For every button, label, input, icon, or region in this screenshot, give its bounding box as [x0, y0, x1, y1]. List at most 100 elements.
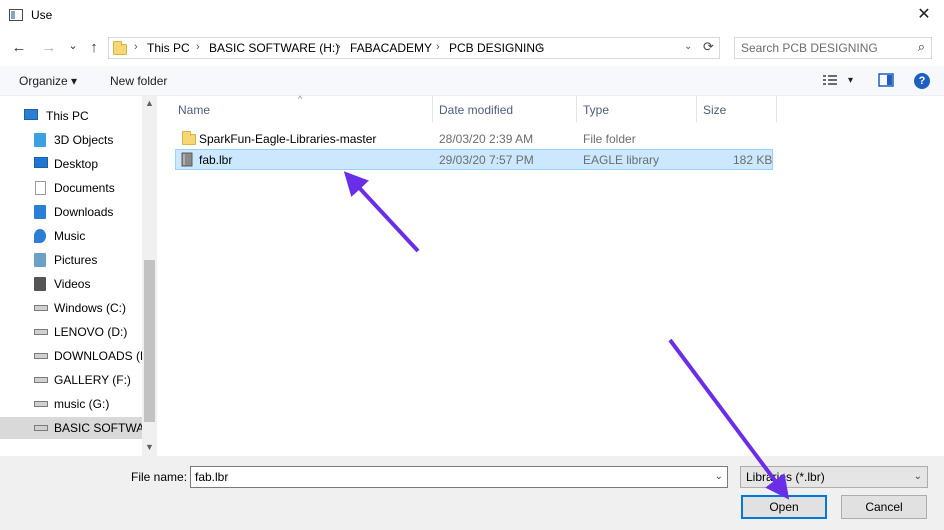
file-type: File folder [583, 132, 636, 146]
file-row-fab-lbr[interactable]: fab.lbr 29/03/20 7:57 PM EAGLE library 1… [175, 149, 773, 170]
column-header-name[interactable]: Name [178, 103, 210, 117]
drive-icon [34, 377, 48, 383]
window-app-icon [9, 9, 23, 21]
sidebar-item[interactable]: Desktop [0, 153, 142, 175]
folder-icon [182, 131, 196, 145]
sidebar-item[interactable]: Windows (C:) [0, 297, 142, 319]
preview-pane-icon[interactable] [878, 73, 894, 87]
file-type-filter-select[interactable]: Libraries (*.lbr) ⌄ [740, 466, 928, 488]
cancel-button[interactable]: Cancel [841, 495, 927, 519]
sidebar-item[interactable]: DOWNLOADS (E [0, 345, 142, 367]
file-size: 182 KB [733, 153, 773, 167]
search-input[interactable]: Search PCB DESIGNING ⌕ [734, 37, 932, 59]
sidebar-item-label: BASIC SOFTWAR [54, 421, 142, 435]
scrollbar-thumb[interactable] [144, 260, 155, 422]
sidebar-item-label: GALLERY (F:) [54, 373, 131, 387]
desktop-icon [34, 157, 48, 168]
music-icon [34, 229, 46, 243]
cube-icon [34, 133, 46, 147]
refresh-icon[interactable]: ⟳ [703, 39, 714, 55]
forward-arrow-icon[interactable]: → [39, 38, 59, 58]
sidebar-item[interactable]: Documents [0, 177, 142, 199]
sidebar-item-label: Pictures [54, 253, 98, 267]
column-divider[interactable] [432, 96, 433, 122]
back-arrow-icon[interactable]: ← [9, 38, 29, 58]
file-name-input[interactable]: fab.lbr ⌄ [190, 466, 728, 488]
sidebar-item-label: This PC [46, 109, 89, 123]
picture-icon [34, 253, 46, 267]
file-date: 29/03/20 7:57 PM [439, 153, 534, 167]
breadcrumb-separator: › [337, 41, 341, 53]
navigation-pane-scrollbar[interactable]: ▲ ▼ [142, 96, 157, 456]
sidebar-item[interactable]: BASIC SOFTWAR [0, 417, 142, 439]
video-icon [34, 277, 46, 291]
sidebar-item[interactable]: music (G:) [0, 393, 142, 415]
scroll-up-arrow-icon[interactable]: ▲ [142, 98, 157, 108]
file-name: fab.lbr [199, 153, 233, 167]
breadcrumb-separator: › [436, 41, 440, 53]
breadcrumb-fabacademy[interactable]: FABACADEMY [350, 41, 432, 55]
view-dropdown-chevron-icon[interactable]: ▾ [848, 75, 853, 86]
drive-icon [34, 425, 48, 431]
file-name: SparkFun-Eagle-Libraries-master [199, 132, 377, 146]
file-name-dropdown-icon[interactable]: ⌄ [715, 471, 723, 482]
drive-icon [34, 329, 48, 335]
sidebar-item[interactable]: LENOVO (D:) [0, 321, 142, 343]
column-header-date-modified[interactable]: Date modified [439, 103, 513, 117]
download-icon [34, 205, 46, 219]
file-icon [181, 152, 193, 167]
sidebar-item[interactable]: 3D Objects [0, 129, 142, 151]
file-list: ^ Name Date modified Type Size SparkFun-… [160, 94, 944, 456]
column-divider[interactable] [776, 96, 777, 122]
filter-dropdown-icon[interactable]: ⌄ [914, 471, 922, 482]
sidebar-item-label: Videos [54, 277, 91, 291]
address-bar[interactable]: › This PC › BASIC SOFTWARE (H:) › FABACA… [108, 37, 720, 59]
sidebar-item-label: music (G:) [54, 397, 110, 411]
breadcrumb-this-pc[interactable]: This PC [147, 41, 190, 55]
window-title: Use [31, 8, 53, 22]
search-placeholder: Search PCB DESIGNING [741, 41, 878, 55]
sidebar-item[interactable]: Pictures [0, 249, 142, 271]
file-row-sparkfun-folder[interactable]: SparkFun-Eagle-Libraries-master 28/03/20… [175, 128, 773, 149]
close-button[interactable]: ✕ [904, 0, 944, 32]
organize-button[interactable]: Organize ▾ [19, 74, 77, 88]
folder-icon [113, 41, 127, 55]
scroll-down-arrow-icon[interactable]: ▼ [142, 442, 157, 452]
address-dropdown-icon[interactable]: ⌄ [684, 41, 692, 52]
column-header-size[interactable]: Size [703, 103, 726, 117]
breadcrumb-separator: › [538, 41, 542, 53]
sidebar-item[interactable]: Downloads [0, 201, 142, 223]
sort-indicator-icon: ^ [298, 94, 303, 104]
sidebar-item-label: 3D Objects [54, 133, 114, 147]
file-date: 28/03/20 2:39 AM [439, 132, 534, 146]
breadcrumb-basic-software[interactable]: BASIC SOFTWARE (H:) [209, 41, 339, 55]
file-type: EAGLE library [583, 153, 660, 167]
recent-locations-chevron-icon[interactable]: ⌄ [63, 36, 83, 56]
sidebar-item[interactable]: Music [0, 225, 142, 247]
column-divider[interactable] [576, 96, 577, 122]
breadcrumb-pcb-designing[interactable]: PCB DESIGNING [449, 41, 544, 55]
title-bar: Use ✕ [0, 0, 944, 32]
help-icon[interactable]: ? [914, 73, 930, 89]
document-icon [35, 181, 46, 195]
drive-icon [34, 353, 48, 359]
new-folder-button[interactable]: New folder [110, 74, 167, 88]
open-button[interactable]: Open [741, 495, 827, 519]
sidebar-item-label: Music [54, 229, 86, 243]
breadcrumb-separator: › [196, 41, 200, 53]
sidebar-item-label: LENOVO (D:) [54, 325, 128, 339]
command-toolbar: Organize ▾ New folder ▾ [0, 66, 944, 96]
file-name-label: File name: [131, 470, 188, 484]
up-arrow-icon[interactable]: ↑ [84, 38, 104, 58]
column-header-type[interactable]: Type [583, 103, 609, 117]
sidebar-item-label: Downloads [54, 205, 114, 219]
sidebar-item[interactable]: Videos [0, 273, 142, 295]
drive-icon [34, 401, 48, 407]
search-icon[interactable]: ⌕ [918, 39, 925, 55]
view-options-icon[interactable] [822, 73, 838, 87]
sidebar-item[interactable]: This PC [0, 105, 142, 127]
column-divider[interactable] [696, 96, 697, 122]
breadcrumb-separator: › [134, 41, 138, 53]
file-name-value: fab.lbr [195, 470, 229, 484]
sidebar-item[interactable]: GALLERY (F:) [0, 369, 142, 391]
